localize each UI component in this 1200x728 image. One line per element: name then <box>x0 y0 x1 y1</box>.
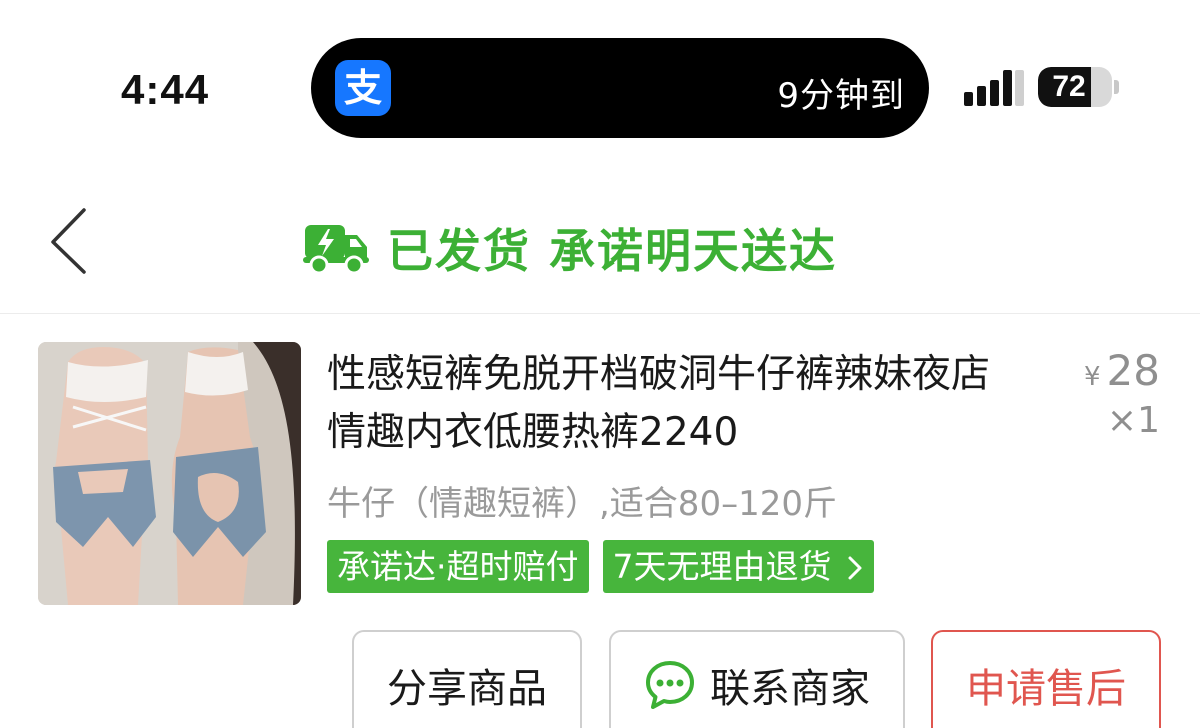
cellular-signal-icon <box>964 70 1024 106</box>
product-photo-image <box>38 342 301 605</box>
chat-bubble-icon <box>646 661 694 709</box>
back-chevron-icon[interactable] <box>44 206 104 276</box>
chevron-right-icon <box>848 556 862 580</box>
share-product-button[interactable]: 分享商品 <box>352 630 582 728</box>
shipping-status-header: 已发货 承诺明天送达 <box>303 215 837 281</box>
currency-symbol: ¥ <box>1084 362 1101 392</box>
battery-percentage: 72 <box>1052 70 1086 103</box>
service-tags: 承诺达·超时赔付 7天无理由退货 <box>327 540 874 593</box>
battery-cap <box>1114 80 1119 94</box>
price-amount: 28 <box>1106 346 1160 395</box>
product-title[interactable]: 性感短裤免脱开档破洞牛仔裤辣妹夜店情趣内衣低腰热裤2240 <box>327 346 1017 462</box>
product-spec: 牛仔（情趣短裤）,适合80–120斤 <box>327 484 837 524</box>
express-truck-icon <box>303 225 369 275</box>
product-thumbnail[interactable] <box>38 342 301 605</box>
after-sale-button[interactable]: 申请售后 <box>931 630 1161 728</box>
battery-icon: 72 <box>1038 67 1112 107</box>
contact-merchant-button[interactable]: 联系商家 <box>609 630 905 728</box>
status-time: 4:44 <box>121 66 210 113</box>
dynamic-island[interactable]: 支 9分钟到 <box>311 38 929 138</box>
product-quantity: ×1 <box>1106 400 1160 441</box>
header-title: 已发货 承诺明天送达 <box>387 224 838 278</box>
tag-7day-return[interactable]: 7天无理由退货 <box>602 540 874 593</box>
delivery-eta-text: 9分钟到 <box>777 76 905 116</box>
alipay-icon: 支 <box>335 60 391 116</box>
product-price: ¥28 <box>1084 346 1160 395</box>
tag-7day-return-label: 7天无理由退货 <box>612 547 832 586</box>
tag-promise-delivery[interactable]: 承诺达·超时赔付 <box>327 540 589 593</box>
contact-merchant-label: 联系商家 <box>710 666 870 712</box>
header-divider <box>0 313 1200 314</box>
